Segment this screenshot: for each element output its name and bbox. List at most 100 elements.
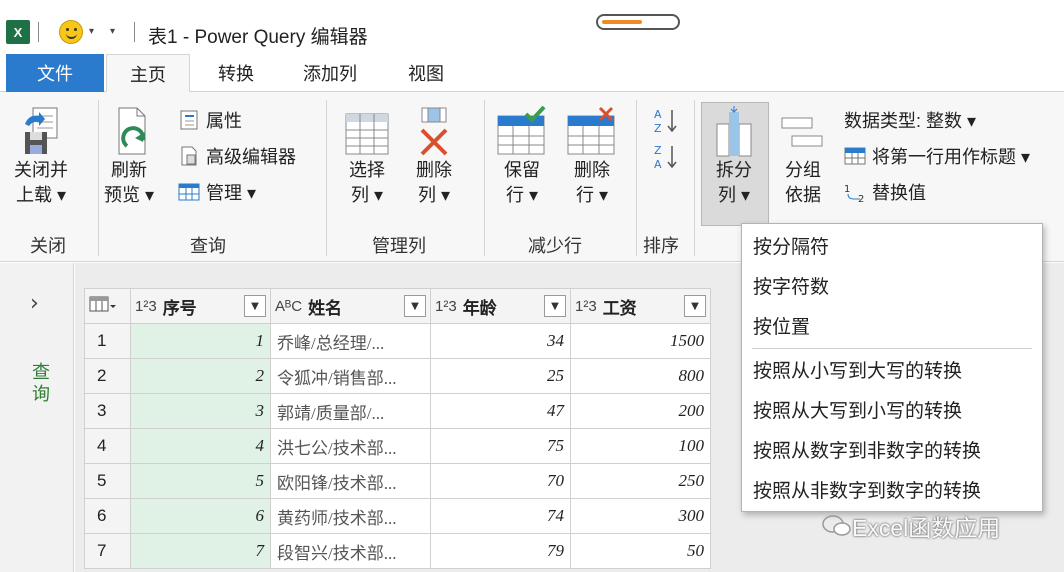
split-column-button[interactable]: 拆分 列 ▾ bbox=[711, 106, 757, 208]
svg-text:A: A bbox=[654, 108, 662, 121]
cell-age[interactable]: 70 bbox=[430, 463, 571, 499]
cell-age[interactable]: 25 bbox=[430, 358, 571, 394]
cell-name[interactable]: 令狐冲/销售部... bbox=[270, 358, 431, 394]
row-number[interactable]: 5 bbox=[84, 463, 131, 499]
properties-label: 属性 bbox=[206, 111, 242, 131]
expand-queries-pane-icon[interactable]: › bbox=[30, 291, 39, 316]
table-menu-cell[interactable] bbox=[84, 288, 131, 324]
cell-id[interactable]: 2 bbox=[130, 358, 271, 394]
cell-salary[interactable]: 300 bbox=[570, 498, 711, 534]
filter-dropdown-icon[interactable]: ▼ bbox=[244, 295, 266, 317]
choose-columns-button[interactable]: 选择 列 ▾ bbox=[344, 110, 390, 208]
remove-columns-label-2: 列 ▾ bbox=[417, 185, 451, 205]
advanced-editor-label: 高级编辑器 bbox=[206, 147, 296, 167]
row-number[interactable]: 7 bbox=[84, 533, 131, 569]
row-number[interactable]: 1 bbox=[84, 323, 131, 359]
properties-icon bbox=[178, 110, 200, 130]
advanced-editor-button[interactable]: 高级编辑器 bbox=[178, 142, 296, 170]
cell-age[interactable]: 47 bbox=[430, 393, 571, 429]
row-number[interactable]: 6 bbox=[84, 498, 131, 534]
cell-id[interactable]: 4 bbox=[130, 428, 271, 464]
cell-salary[interactable]: 50 bbox=[570, 533, 711, 569]
smiley-feedback-icon[interactable] bbox=[59, 20, 83, 44]
data-grid: 1²3 序号 ▼ AᴮC 姓名 ▼ 1²3 年龄 ▼ 1²3 工资 ▼ 1 1 … bbox=[84, 288, 711, 569]
cell-salary[interactable]: 250 bbox=[570, 463, 711, 499]
table-menu-icon bbox=[89, 296, 116, 311]
data-type-dropdown[interactable]: 数据类型: 整数 ▾ bbox=[844, 106, 976, 134]
menu-item-digit-to-non-digit[interactable]: 按照从数字到非数字的转换 bbox=[753, 436, 981, 463]
sort-ascending-icon: A Z bbox=[654, 108, 677, 135]
cell-id[interactable]: 1 bbox=[130, 323, 271, 359]
sort-descending-button[interactable]: Z A bbox=[652, 142, 680, 176]
header-row: 1²3 序号 ▼ AᴮC 姓名 ▼ 1²3 年龄 ▼ 1²3 工资 ▼ bbox=[84, 288, 711, 324]
menu-item-by-positions[interactable]: 按位置 bbox=[753, 312, 810, 339]
menu-item-lower-to-upper[interactable]: 按照从小写到大写的转换 bbox=[753, 356, 962, 383]
manage-table-icon bbox=[178, 182, 200, 202]
keep-rows-button[interactable]: 保留 行 ▾ bbox=[496, 106, 548, 208]
remove-rows-button[interactable]: 删除 行 ▾ bbox=[566, 106, 618, 208]
cell-salary[interactable]: 800 bbox=[570, 358, 711, 394]
cell-name[interactable]: 欧阳锋/技术部... bbox=[270, 463, 431, 499]
group-by-icon bbox=[781, 117, 823, 147]
replace-values-button[interactable]: 12 替换值 bbox=[844, 178, 926, 206]
menu-item-non-digit-to-digit[interactable]: 按照从非数字到数字的转换 bbox=[753, 476, 981, 503]
column-header-id[interactable]: 1²3 序号 ▼ bbox=[130, 288, 271, 324]
type-text-icon: AᴮC bbox=[275, 297, 303, 315]
row-number[interactable]: 3 bbox=[84, 393, 131, 429]
cell-name[interactable]: 黄药师/技术部... bbox=[270, 498, 431, 534]
menu-item-by-delimiter[interactable]: 按分隔符 bbox=[753, 232, 829, 259]
cell-id[interactable]: 6 bbox=[130, 498, 271, 534]
split-column-icon bbox=[716, 106, 752, 157]
column-header-salary[interactable]: 1²3 工资 ▼ bbox=[570, 288, 711, 324]
tab-transform[interactable]: 转换 bbox=[206, 54, 266, 92]
split-column-label-1: 拆分 bbox=[716, 160, 752, 180]
row-number[interactable]: 2 bbox=[84, 358, 131, 394]
cell-age[interactable]: 74 bbox=[430, 498, 571, 534]
properties-button[interactable]: 属性 bbox=[178, 106, 242, 134]
progress-fill bbox=[602, 20, 642, 24]
filter-dropdown-icon[interactable]: ▼ bbox=[684, 295, 706, 317]
use-first-row-as-headers-button[interactable]: 将第一行用作标题 ▾ bbox=[844, 142, 1030, 170]
row-number[interactable]: 4 bbox=[84, 428, 131, 464]
queries-pane-label: 查询 bbox=[32, 362, 50, 404]
cell-age[interactable]: 75 bbox=[430, 428, 571, 464]
replace-values-label: 替换值 bbox=[872, 183, 926, 203]
ribbon-separator bbox=[326, 100, 327, 256]
keep-rows-icon bbox=[497, 106, 546, 155]
group-by-button[interactable]: 分组 依据 bbox=[780, 106, 826, 208]
tab-home[interactable]: 主页 bbox=[106, 54, 190, 93]
excel-icon[interactable]: X bbox=[6, 20, 30, 44]
sort-ascending-button[interactable]: A Z bbox=[652, 106, 680, 140]
tab-file[interactable]: 文件 bbox=[6, 54, 104, 92]
cell-age[interactable]: 34 bbox=[430, 323, 571, 359]
menu-item-by-number-of-characters[interactable]: 按字符数 bbox=[753, 272, 829, 299]
cell-id[interactable]: 5 bbox=[130, 463, 271, 499]
cell-name[interactable]: 乔峰/总经理/... bbox=[270, 323, 431, 359]
tab-add-column[interactable]: 添加列 bbox=[290, 54, 370, 92]
manage-button[interactable]: 管理 ▾ bbox=[178, 178, 256, 206]
cell-salary[interactable]: 100 bbox=[570, 428, 711, 464]
svg-text:A: A bbox=[654, 158, 662, 171]
close-and-load-button[interactable]: 关闭并 上载 ▾ bbox=[14, 106, 68, 208]
cell-id[interactable]: 3 bbox=[130, 393, 271, 429]
feedback-dropdown-icon[interactable]: ▾ bbox=[89, 26, 94, 37]
title-separator bbox=[38, 22, 39, 42]
refresh-preview-button[interactable]: 刷新 预览 ▾ bbox=[104, 106, 154, 208]
cell-name[interactable]: 洪七公/技术部... bbox=[270, 428, 431, 464]
cell-id[interactable]: 7 bbox=[130, 533, 271, 569]
column-header-age[interactable]: 1²3 年龄 ▼ bbox=[430, 288, 571, 324]
remove-columns-button[interactable]: 删除 列 ▾ bbox=[414, 106, 454, 208]
filter-dropdown-icon[interactable]: ▼ bbox=[404, 295, 426, 317]
cell-name[interactable]: 郭靖/质量部/... bbox=[270, 393, 431, 429]
cell-age[interactable]: 79 bbox=[430, 533, 571, 569]
column-header-name[interactable]: AᴮC 姓名 ▼ bbox=[270, 288, 431, 324]
filter-dropdown-icon[interactable]: ▼ bbox=[544, 295, 566, 317]
tab-view[interactable]: 视图 bbox=[396, 54, 456, 92]
cell-name[interactable]: 段智兴/技术部... bbox=[270, 533, 431, 569]
group-label-reduce-rows: 减少行 bbox=[528, 236, 582, 256]
ribbon-separator bbox=[98, 100, 99, 256]
cell-salary[interactable]: 1500 bbox=[570, 323, 711, 359]
customize-quick-access-icon[interactable]: ▾ bbox=[110, 26, 115, 37]
cell-salary[interactable]: 200 bbox=[570, 393, 711, 429]
menu-item-upper-to-lower[interactable]: 按照从大写到小写的转换 bbox=[753, 396, 962, 423]
